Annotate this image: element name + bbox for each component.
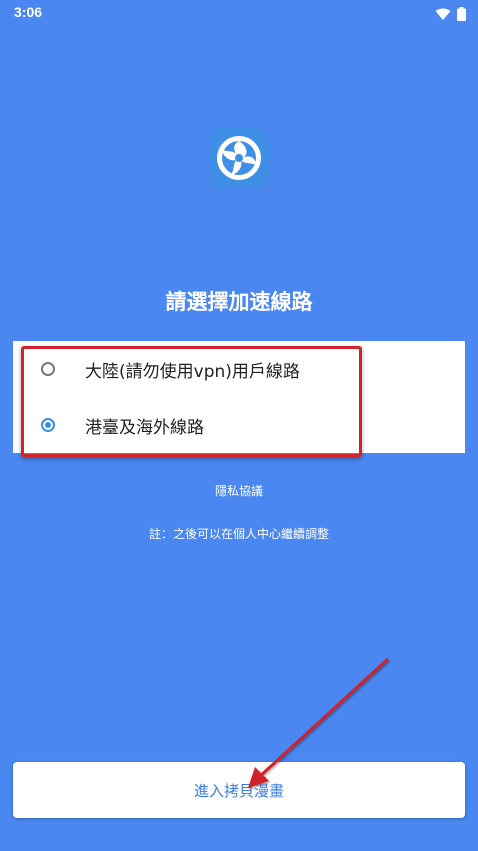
- status-time: 3:06: [14, 4, 43, 20]
- adjust-note: 註：之後可以在個人中心繼續調整: [148, 527, 329, 541]
- enter-app-button[interactable]: 進入拷貝漫畫: [13, 762, 465, 818]
- battery-icon: [457, 6, 466, 25]
- page-title: 請選擇加速線路: [165, 290, 313, 314]
- status-icons: [435, 6, 466, 25]
- status-bar: 3:06: [0, 0, 478, 26]
- privacy-link[interactable]: 隱私協議: [0, 482, 478, 499]
- wifi-icon: [435, 6, 451, 25]
- app-logo-icon: [209, 128, 269, 188]
- annotation-highlight-box: [21, 346, 362, 457]
